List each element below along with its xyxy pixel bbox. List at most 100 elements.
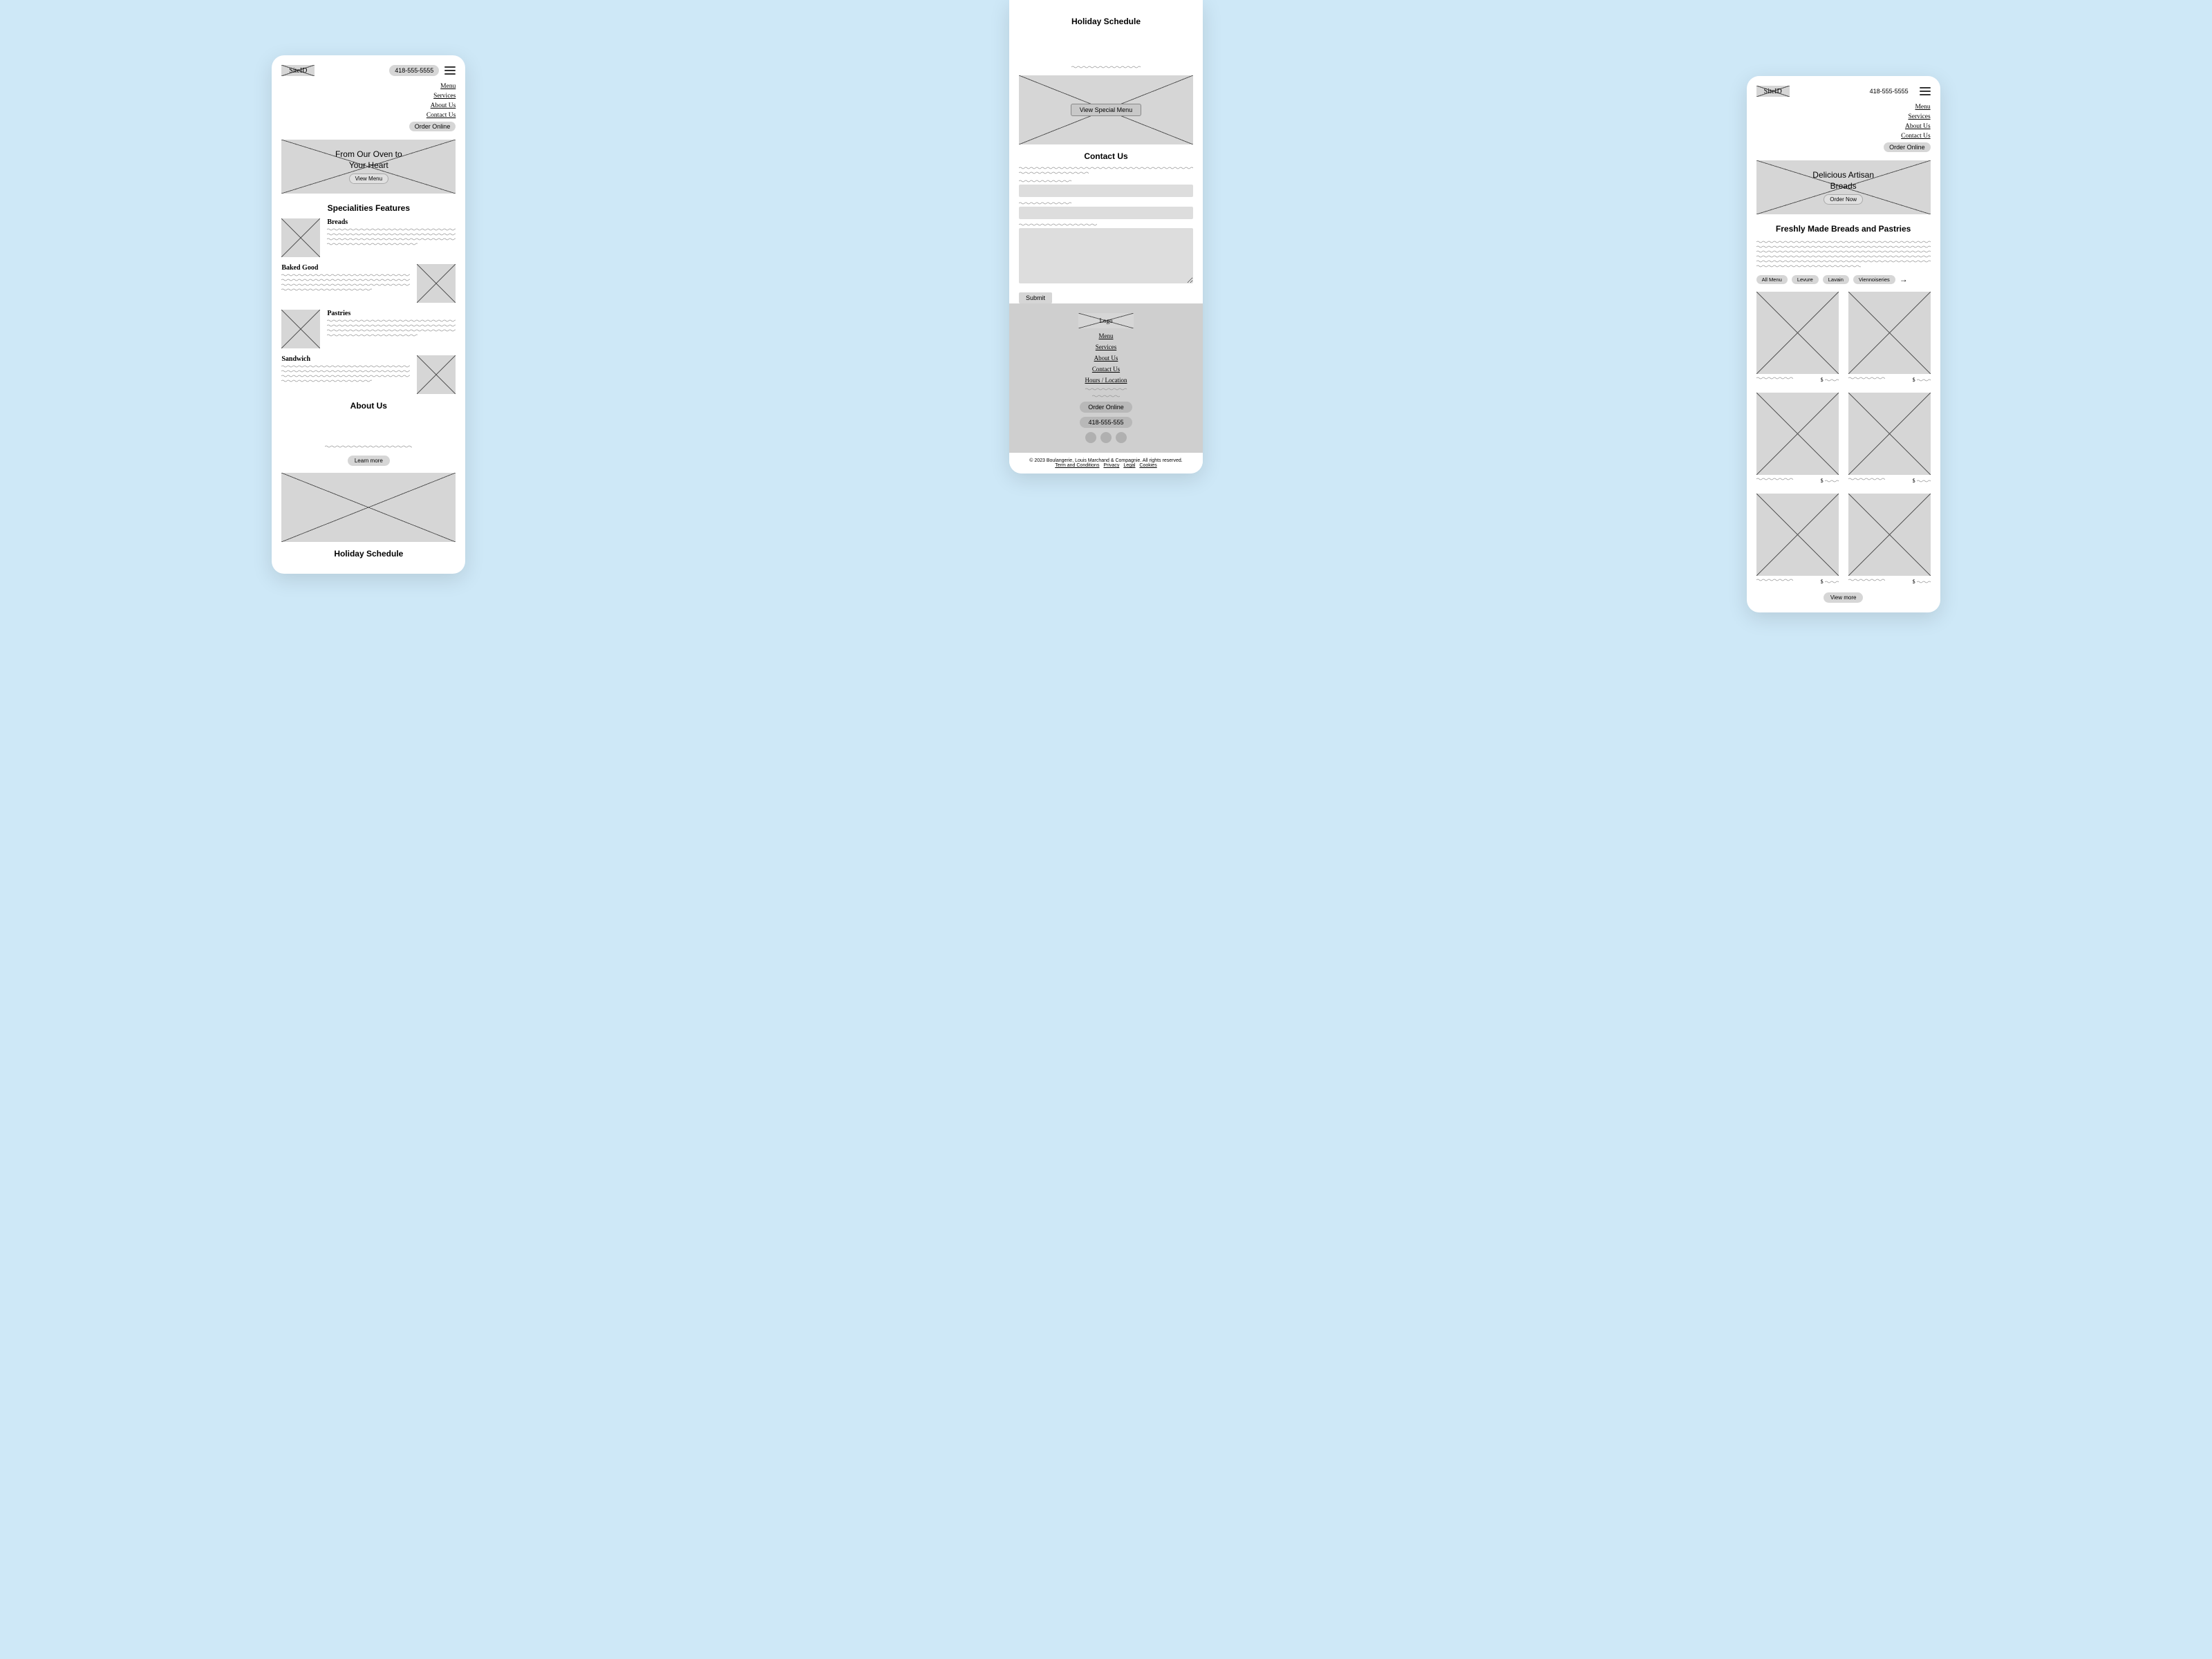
placeholder-text [281, 274, 410, 291]
order-online-button[interactable]: Order Online [409, 122, 456, 131]
learn-more-button[interactable]: Learn more [348, 456, 390, 466]
nav-services-link[interactable]: Services [1908, 113, 1930, 120]
phone-number-text[interactable]: 418-555-5555 [1864, 86, 1914, 97]
contact-heading: Contact Us [1019, 151, 1193, 161]
nav-menu-link[interactable]: Menu [1915, 104, 1930, 111]
wireframe-screen-2: Holiday Schedule View Special Menu Conta… [1009, 0, 1203, 474]
chip-lavain[interactable]: Lavain [1823, 275, 1849, 284]
email-input[interactable] [1019, 207, 1193, 219]
wireframe-screen-3: SiteID 418-555-5555 Menu Services About … [1747, 76, 1940, 612]
footer-hours-link[interactable]: Hours / Location [1085, 377, 1127, 384]
product-price [1917, 581, 1931, 583]
social-icon[interactable] [1100, 432, 1112, 443]
feature-image [417, 264, 456, 303]
product-name [1756, 377, 1794, 379]
nav-contact-link[interactable]: Contact Us [427, 112, 456, 119]
site-id-label: SiteID [1764, 88, 1782, 95]
phone-number-pill[interactable]: 418-555-5555 [389, 65, 439, 76]
nav-services-link[interactable]: Services [433, 93, 456, 100]
feature-title: Baked Good [281, 264, 410, 272]
product-price [1825, 581, 1839, 583]
placeholder-text [327, 228, 456, 245]
product-card[interactable]: $ [1756, 292, 1839, 383]
arrow-right-icon[interactable]: → [1900, 274, 1908, 285]
hero-image: Delicious Artisan Breads Order Now [1756, 160, 1931, 214]
special-menu-image: View Special Menu [1019, 75, 1193, 144]
hamburger-icon[interactable] [1920, 87, 1931, 95]
category-chips: All Menu Levure Lavain Viennoiseries → [1756, 274, 1931, 285]
product-price [1917, 379, 1931, 382]
nav-menu: Menu Services About Us Contact Us Order … [1756, 104, 1931, 152]
form-label-name [1019, 180, 1193, 182]
site-logo[interactable]: SiteID [1756, 86, 1790, 97]
placeholder-text [1092, 395, 1120, 397]
site-logo[interactable]: SiteID [281, 65, 315, 76]
feature-pastries: Pastries [281, 310, 456, 348]
product-card[interactable]: $ [1848, 292, 1931, 383]
product-image [1848, 494, 1931, 576]
product-card[interactable]: $ [1756, 393, 1839, 484]
holiday-paragraph [1019, 32, 1193, 68]
order-now-button[interactable]: Order Now [1824, 194, 1863, 205]
footer-logo[interactable]: Logo [1078, 313, 1134, 328]
order-online-button[interactable]: Order Online [1884, 142, 1931, 152]
product-card[interactable]: $ [1848, 393, 1931, 484]
terms-link[interactable]: Term and Conditions [1055, 463, 1099, 468]
footer-about-link[interactable]: About Us [1094, 355, 1118, 362]
placeholder-text [1085, 388, 1127, 391]
nav-about-link[interactable]: About Us [431, 102, 456, 109]
feature-image [417, 355, 456, 394]
privacy-link[interactable]: Privacy [1103, 463, 1119, 468]
product-card[interactable]: $ [1848, 494, 1931, 585]
chip-all[interactable]: All Menu [1756, 275, 1788, 284]
specialities-heading: Specialities Features [281, 203, 456, 213]
chip-viennoiseries[interactable]: Viennoiseries [1853, 275, 1895, 284]
header: SiteID 418-555-5555 [1756, 86, 1931, 97]
hamburger-icon[interactable] [444, 66, 456, 75]
footer-menu-link[interactable]: Menu [1098, 332, 1113, 339]
view-special-menu-button[interactable]: View Special Menu [1071, 104, 1141, 116]
social-icons [1085, 432, 1127, 443]
footer-phone-button[interactable]: 418-555-555 [1080, 417, 1132, 428]
view-menu-button[interactable]: View Menu [349, 174, 388, 184]
product-image [1848, 292, 1931, 374]
nav-menu-link[interactable]: Menu [440, 83, 456, 90]
social-icon[interactable] [1116, 432, 1127, 443]
price-symbol: $ [1913, 579, 1915, 585]
product-name [1756, 579, 1794, 581]
footer-order-button[interactable]: Order Online [1080, 402, 1132, 413]
name-input[interactable] [1019, 185, 1193, 197]
subheading: Freshly Made Breads and Pastries [1756, 224, 1931, 234]
chip-levure[interactable]: Levure [1792, 275, 1819, 284]
product-name [1848, 579, 1886, 581]
feature-image [281, 218, 320, 257]
legal-link[interactable]: Legal [1123, 463, 1135, 468]
hero-title: Delicious Artisan Breads [1812, 170, 1874, 191]
submit-button[interactable]: Submit [1019, 292, 1052, 303]
cookies-link[interactable]: Cookies [1139, 463, 1156, 468]
legal-bar: © 2023 Boulangerie, Louis Marchand & Com… [1009, 453, 1203, 474]
nav-contact-link[interactable]: Contact Us [1901, 133, 1930, 140]
footer-logo-label: Logo [1099, 317, 1112, 324]
contact-intro [1019, 167, 1193, 174]
feature-baked-good: Baked Good [281, 264, 456, 303]
feature-image [281, 310, 320, 348]
nav-about-link[interactable]: About Us [1905, 123, 1931, 130]
holiday-heading: Holiday Schedule [1019, 17, 1193, 26]
product-price [1825, 379, 1839, 382]
view-more-button[interactable]: View more [1824, 592, 1864, 603]
product-price [1825, 480, 1839, 482]
feature-sandwich: Sandwich [281, 355, 456, 394]
message-textarea[interactable] [1019, 228, 1193, 283]
price-symbol: $ [1913, 377, 1915, 383]
product-image [1756, 494, 1839, 576]
copyright-text: © 2023 Boulangerie, Louis Marchand & Com… [1019, 458, 1193, 463]
product-image [1756, 393, 1839, 475]
footer-services-link[interactable]: Services [1096, 344, 1117, 350]
product-card[interactable]: $ [1756, 494, 1839, 585]
product-name [1848, 478, 1886, 480]
intro-paragraph [1756, 241, 1931, 268]
footer-contact-link[interactable]: Contact Us [1092, 366, 1120, 373]
hero-image: From Our Oven to Your Heart View Menu [281, 140, 456, 194]
social-icon[interactable] [1085, 432, 1096, 443]
